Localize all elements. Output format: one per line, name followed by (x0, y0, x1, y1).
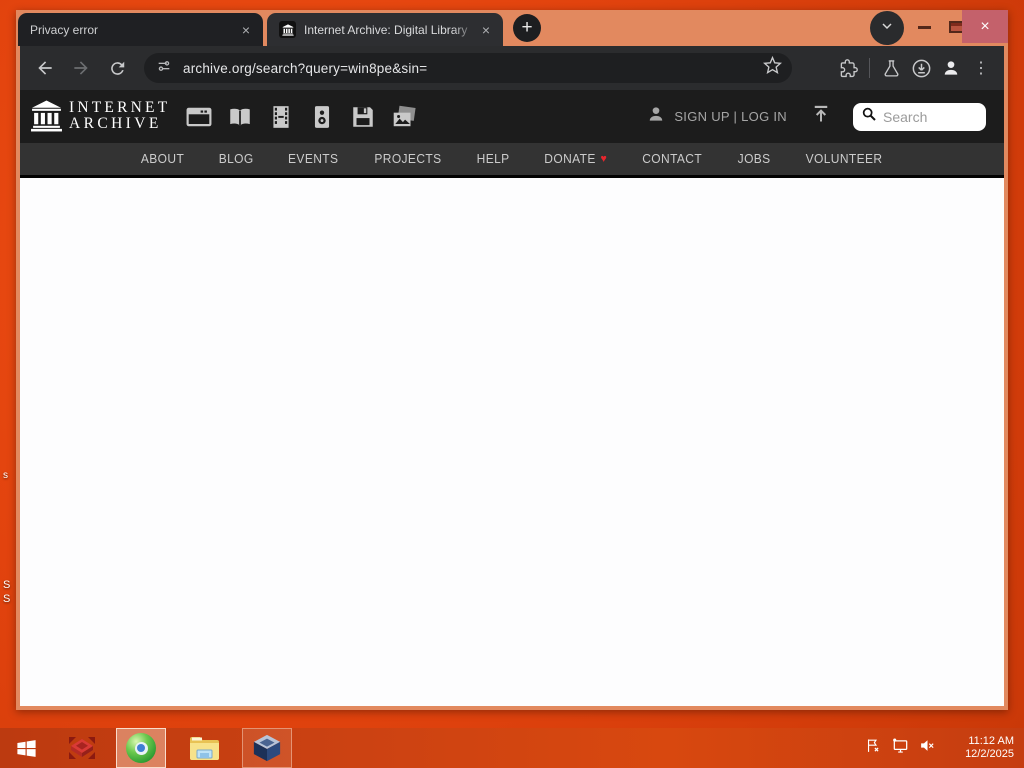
tab-title: Internet Archive: Digital Library (304, 22, 468, 37)
browser-menu-button[interactable]: ⋮ (966, 53, 996, 83)
ia-search-box[interactable] (853, 102, 986, 131)
nav-label: VOLUNTEER (805, 152, 883, 166)
nav-events[interactable]: EVENTS (288, 152, 338, 166)
network-icon[interactable] (891, 737, 910, 759)
ia-nav: ABOUT BLOG EVENTS PROJECTS HELP DONATE ♥ … (20, 143, 1004, 175)
system-tray (865, 728, 936, 768)
desktop: s S S Privacy error × Internet Archive: … (0, 0, 1024, 768)
nav-volunteer[interactable]: VOLUNTEER (806, 152, 883, 166)
nav-label: CONTACT (642, 152, 703, 166)
nav-blog[interactable]: BLOG (219, 152, 254, 166)
windows-logo-icon (16, 739, 36, 757)
ia-building-logo-icon[interactable] (30, 99, 63, 138)
back-icon (38, 61, 52, 75)
nav-projects[interactable]: PROJECTS (374, 152, 441, 166)
browser-window: Privacy error × Internet Archive: Digita… (16, 10, 1008, 710)
close-tab-icon[interactable]: × (477, 21, 495, 39)
file-explorer-button[interactable] (178, 728, 230, 768)
desktop-icon-label-fragment: S (3, 579, 11, 591)
forward-icon (74, 61, 88, 75)
software-icon[interactable] (350, 104, 376, 130)
upload-icon[interactable] (811, 104, 831, 129)
clock-date: 12/2/2025 (965, 748, 1014, 760)
site-info-icon[interactable] (156, 58, 172, 79)
tab-privacy-error[interactable]: Privacy error × (18, 13, 263, 46)
url-text[interactable]: archive.org/search?query=win8pe&sin= (183, 61, 763, 76)
nav-about[interactable]: ABOUT (141, 152, 184, 166)
browser-ball-icon (126, 733, 156, 763)
red-box-app-button[interactable] (56, 728, 108, 768)
extensions-button[interactable] (833, 53, 863, 83)
ia-header: INTERNET ARCHIVE SIGN UP | LOG IN Search (20, 90, 1004, 143)
virtualbox-button[interactable] (242, 728, 292, 768)
taskbar: 11:12 AM 12/2/2025 (0, 728, 1024, 768)
nav-label: PROJECTS (374, 152, 442, 166)
clock-time: 11:12 AM (968, 735, 1014, 747)
nav-label: DONATE (544, 152, 596, 166)
audio-icon[interactable] (309, 104, 335, 130)
profile-icon (944, 61, 958, 75)
texts-icon[interactable] (227, 104, 253, 130)
new-tab-button[interactable]: + (513, 14, 541, 42)
taskbar-clock[interactable]: 11:12 AM 12/2/2025 (942, 728, 1018, 768)
browser-toolbar: archive.org/search?query=win8pe&sin= ⋮ (20, 46, 1004, 90)
nav-label: BLOG (218, 152, 254, 166)
labs-flask-icon (884, 59, 898, 77)
video-icon[interactable] (268, 104, 294, 130)
forward-button[interactable] (66, 53, 96, 83)
tab-internet-archive[interactable]: Internet Archive: Digital Library × (267, 13, 503, 46)
ia-building-favicon-icon (279, 21, 296, 38)
chevron-down-icon (879, 18, 895, 39)
images-icon[interactable] (391, 104, 417, 130)
refresh-icon (110, 61, 124, 75)
downloads-button[interactable] (906, 53, 936, 83)
ia-header-right: SIGN UP | LOG IN (646, 90, 986, 143)
file-explorer-icon (189, 737, 219, 760)
heart-icon: ♥ (600, 153, 608, 165)
desktop-icon-label-fragment: S (3, 593, 11, 605)
web-icon[interactable] (186, 104, 212, 130)
desktop-icon-label-fragment: s (3, 470, 8, 481)
red-box-app-icon (69, 737, 95, 759)
nav-label: EVENTS (288, 152, 339, 166)
page-content (20, 178, 1004, 706)
address-bar[interactable]: archive.org/search?query=win8pe&sin= (144, 53, 792, 83)
nav-donate[interactable]: DONATE ♥ (544, 152, 607, 166)
download-icon (912, 59, 930, 77)
ia-wordmark-line1: INTERNET (69, 99, 171, 116)
close-tab-icon[interactable]: × (237, 21, 255, 39)
tab-search-button[interactable] (870, 11, 904, 45)
close-window-button[interactable]: × (962, 10, 1008, 43)
nav-help[interactable]: HELP (476, 152, 509, 166)
back-button[interactable] (30, 53, 60, 83)
signup-login-link[interactable]: SIGN UP | LOG IN (674, 109, 787, 124)
minimize-button[interactable] (910, 14, 938, 40)
extensions-icon (840, 58, 858, 77)
media-type-menu (186, 90, 417, 143)
ia-wordmark-line2: ARCHIVE (69, 115, 162, 132)
toolbar-divider (869, 58, 870, 78)
nav-label: JOBS (737, 152, 771, 166)
toolbar-actions: ⋮ (833, 46, 996, 90)
start-button[interactable] (0, 728, 52, 768)
ia-wordmark[interactable]: INTERNET ARCHIVE (69, 100, 170, 132)
search-icon (861, 106, 877, 127)
user-icon (646, 104, 666, 129)
action-center-icon[interactable] (865, 737, 882, 759)
bookmark-star-icon[interactable] (762, 55, 783, 80)
browser-taskbar-button[interactable] (116, 728, 166, 768)
virtualbox-icon (253, 734, 281, 762)
refresh-button[interactable] (102, 53, 132, 83)
profile-button[interactable] (936, 53, 966, 83)
browser-titlebar: Privacy error × Internet Archive: Digita… (16, 10, 1008, 46)
nav-label: HELP (476, 152, 510, 166)
minimize-icon (917, 25, 931, 29)
search-input[interactable] (883, 108, 978, 125)
volume-icon[interactable] (919, 737, 936, 759)
nav-jobs[interactable]: JOBS (737, 152, 770, 166)
tab-title: Privacy error (30, 22, 99, 37)
labs-button[interactable] (876, 53, 906, 83)
nav-contact[interactable]: CONTACT (643, 152, 703, 166)
nav-label: ABOUT (140, 152, 185, 166)
